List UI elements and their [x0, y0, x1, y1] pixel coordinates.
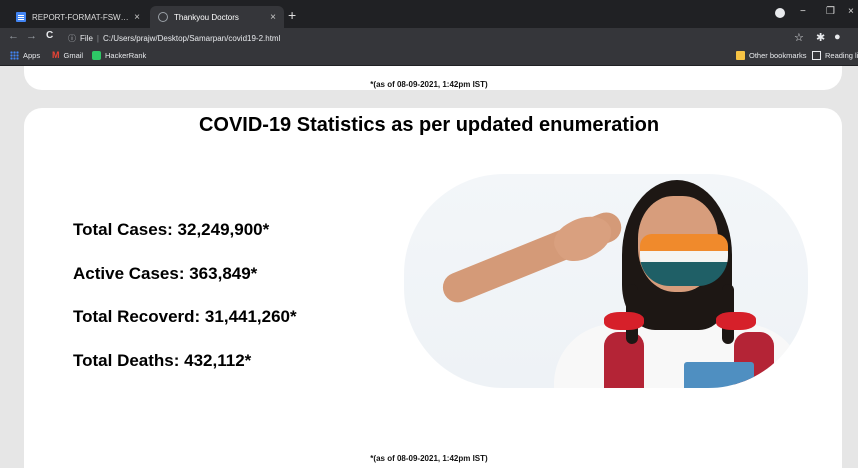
- globe-icon: [158, 12, 168, 22]
- address-url: C:/Users/prajw/Desktop/Samarpan/covid19-…: [102, 33, 281, 43]
- bookmarks-bar: Apps M Gmail HackerRank Other bookmarks …: [0, 48, 858, 66]
- tab-title: REPORT-FORMAT-FSWD_2_1.doc: [32, 12, 131, 22]
- stat-total-cases: Total Cases: 32,249,900*: [73, 220, 270, 239]
- other-bookmarks[interactable]: Other bookmarks: [736, 51, 807, 60]
- vest-left-shape: [604, 332, 644, 388]
- address-separator: |: [96, 33, 99, 43]
- other-bookmarks-label: Other bookmarks: [749, 51, 807, 60]
- address-scheme: File: [80, 33, 93, 43]
- timestamp-note-top: *(as of 08-09-2021, 1:42pm IST): [370, 80, 488, 89]
- new-tab-button[interactable]: +: [288, 8, 296, 22]
- gmail-icon: M: [52, 50, 60, 60]
- restore-button[interactable]: ❐: [826, 6, 835, 17]
- stat-active-cases: Active Cases: 363,849*: [73, 264, 258, 283]
- minimize-button[interactable]: −: [800, 6, 806, 17]
- bookmark-label: Apps: [23, 51, 41, 60]
- address-bar[interactable]: ⓘ File | C:/Users/prajw/Desktop/Samarpan…: [68, 30, 784, 46]
- reading-list-icon: [812, 51, 821, 60]
- tab-close-icon[interactable]: ×: [270, 12, 276, 23]
- back-button[interactable]: ←: [8, 30, 19, 42]
- profile-icon[interactable]: [775, 8, 785, 18]
- ribbon-left-shape: [604, 312, 644, 330]
- browser-toolbar: ← → C ⓘ File | C:/Users/prajw/Desktop/Sa…: [0, 28, 858, 48]
- tab-report-format[interactable]: REPORT-FORMAT-FSWD_2_1.doc ×: [8, 6, 148, 28]
- bookmark-gmail[interactable]: M Gmail: [52, 50, 84, 61]
- reading-list-label: Reading lis: [825, 51, 858, 60]
- tricolor-mask-shape: [640, 234, 728, 286]
- extensions-icon[interactable]: ✱: [816, 31, 825, 44]
- salute-girl-image: [404, 174, 808, 388]
- bookmark-label: Gmail: [63, 51, 84, 60]
- reading-list[interactable]: Reading lis: [812, 51, 858, 60]
- forward-button[interactable]: →: [26, 30, 37, 42]
- ribbon-right-shape: [716, 312, 756, 330]
- close-window-button[interactable]: ×: [848, 6, 854, 17]
- info-icon[interactable]: ⓘ: [68, 33, 76, 44]
- timestamp-note-bottom: *(as of 08-09-2021, 1:42pm IST): [370, 454, 488, 463]
- hackerrank-icon: [92, 51, 101, 60]
- tab-thankyou-doctors[interactable]: Thankyou Doctors ×: [150, 6, 284, 28]
- stat-total-deaths: Total Deaths: 432,112*: [73, 351, 252, 370]
- tab-strip: REPORT-FORMAT-FSWD_2_1.doc × Thankyou Do…: [0, 0, 858, 28]
- bookmark-hackerrank[interactable]: HackerRank: [92, 51, 146, 60]
- extension-avatar-icon[interactable]: ●: [834, 31, 841, 43]
- google-docs-icon: [16, 12, 26, 22]
- apps-grid-icon: [10, 51, 19, 60]
- reload-button[interactable]: C: [46, 30, 53, 41]
- book-shape: [684, 362, 754, 388]
- stat-total-recovered: Total Recoverd: 31,441,260*: [73, 307, 297, 326]
- tab-title: Thankyou Doctors: [174, 12, 239, 22]
- bookmark-apps[interactable]: Apps: [10, 51, 40, 60]
- bookmark-label: HackerRank: [105, 51, 147, 60]
- bookmark-star-icon[interactable]: ☆: [794, 31, 804, 44]
- folder-icon: [736, 51, 745, 60]
- tab-close-icon[interactable]: ×: [134, 12, 140, 23]
- page-viewport: *(as of 08-09-2021, 1:42pm IST) COVID-19…: [0, 66, 858, 468]
- page-title: COVID-19 Statistics as per updated enume…: [198, 114, 660, 136]
